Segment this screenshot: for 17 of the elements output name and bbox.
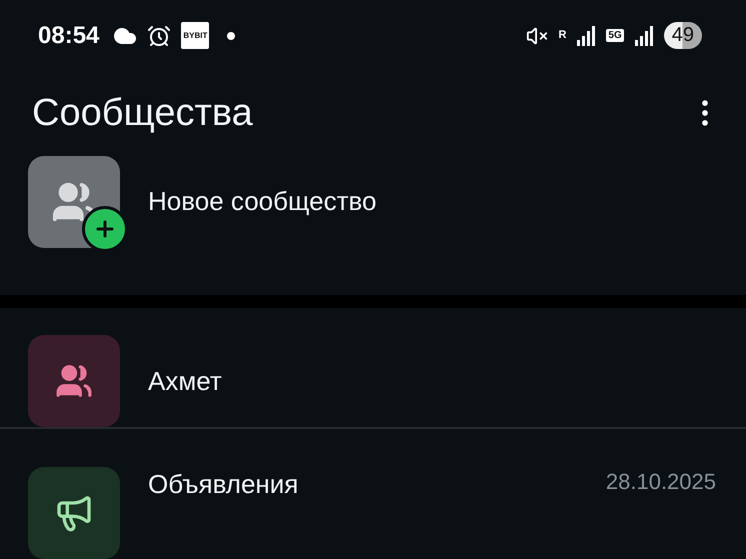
clock-time: 08:54 (38, 22, 100, 50)
battery-level: 49 (664, 22, 702, 50)
date-label: 28.10.2025 (606, 469, 716, 496)
item-label: Новое сообщество (148, 186, 376, 218)
alarm-icon (147, 24, 172, 48)
more-notifications-dot (227, 32, 236, 40)
signal-icon (634, 24, 654, 47)
community-name: Ахмет (148, 366, 222, 397)
signal-icon (576, 24, 596, 47)
community-item[interactable]: Объявления 28.10.2025 (0, 429, 746, 559)
community-item[interactable]: Ахмет (0, 335, 746, 428)
community-name: Объявления (148, 469, 298, 500)
page-title: Сообщества (32, 92, 254, 135)
new-community-item[interactable]: Новое сообщество (0, 144, 746, 260)
app-notification-icon: BYBIT (181, 22, 210, 50)
network-label: 5G (606, 29, 624, 42)
roaming-label: R (558, 30, 566, 42)
